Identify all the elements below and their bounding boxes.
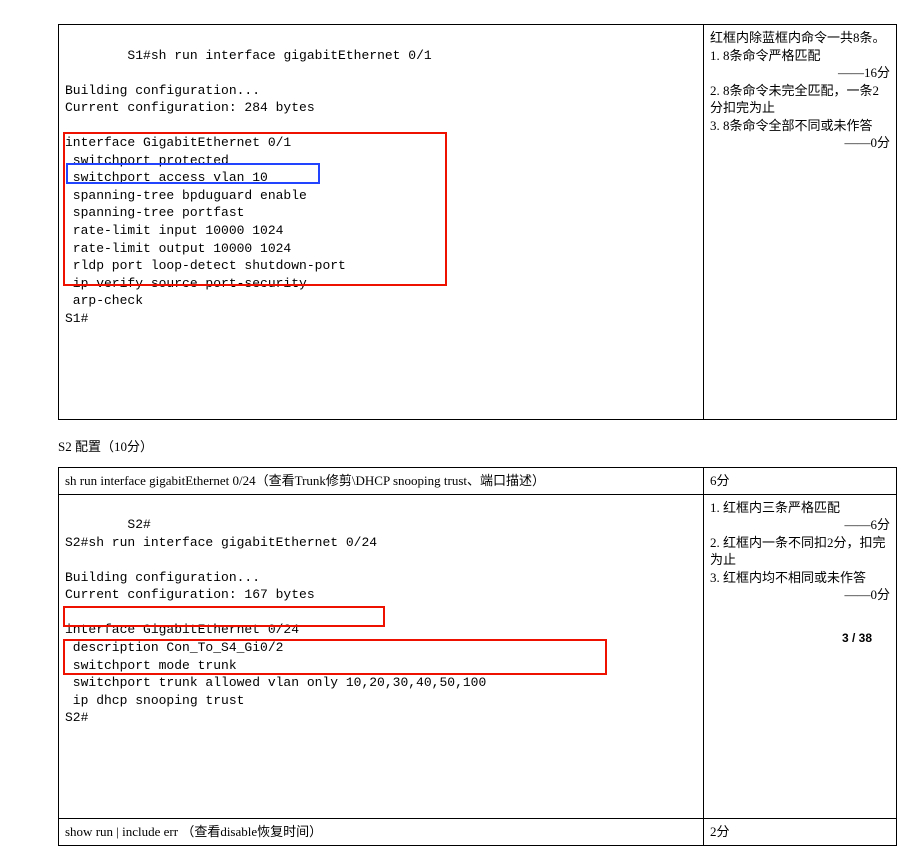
s2-header-left: sh run interface gigabitEthernet 0/24（查看…: [59, 468, 704, 495]
s2-row3-right: 2分: [704, 819, 897, 846]
s2-terminal-text: S2# S2#sh run interface gigabitEthernet …: [65, 517, 486, 725]
s2-row3-left: show run | include err （查看disable恢复时间）: [59, 819, 704, 846]
s2-table: sh run interface gigabitEthernet 0/24（查看…: [58, 467, 897, 846]
s2-terminal-cell: S2# S2#sh run interface gigabitEthernet …: [59, 494, 704, 819]
s1-table: S1#sh run interface gigabitEthernet 0/1 …: [58, 24, 897, 420]
page-number: 3 / 38: [842, 631, 872, 645]
s2-header-right: 6分: [704, 468, 897, 495]
s1-notes-cell: 红框内除蓝框内命令一共8条。 1. 8条命令严格匹配 ——16分 2. 8条命令…: [704, 25, 897, 420]
s2-heading: S2 配置（10分）: [58, 436, 872, 455]
s1-terminal-text: S1#sh run interface gigabitEthernet 0/1 …: [65, 48, 432, 326]
s1-note-title: 红框内除蓝框内命令一共8条。: [710, 29, 890, 47]
s2-notes-cell: 1. 红框内三条严格匹配 ——6分 2. 红框内一条不同扣2分，扣完为止 3. …: [704, 494, 897, 819]
s1-terminal-cell: S1#sh run interface gigabitEthernet 0/1 …: [59, 25, 704, 420]
